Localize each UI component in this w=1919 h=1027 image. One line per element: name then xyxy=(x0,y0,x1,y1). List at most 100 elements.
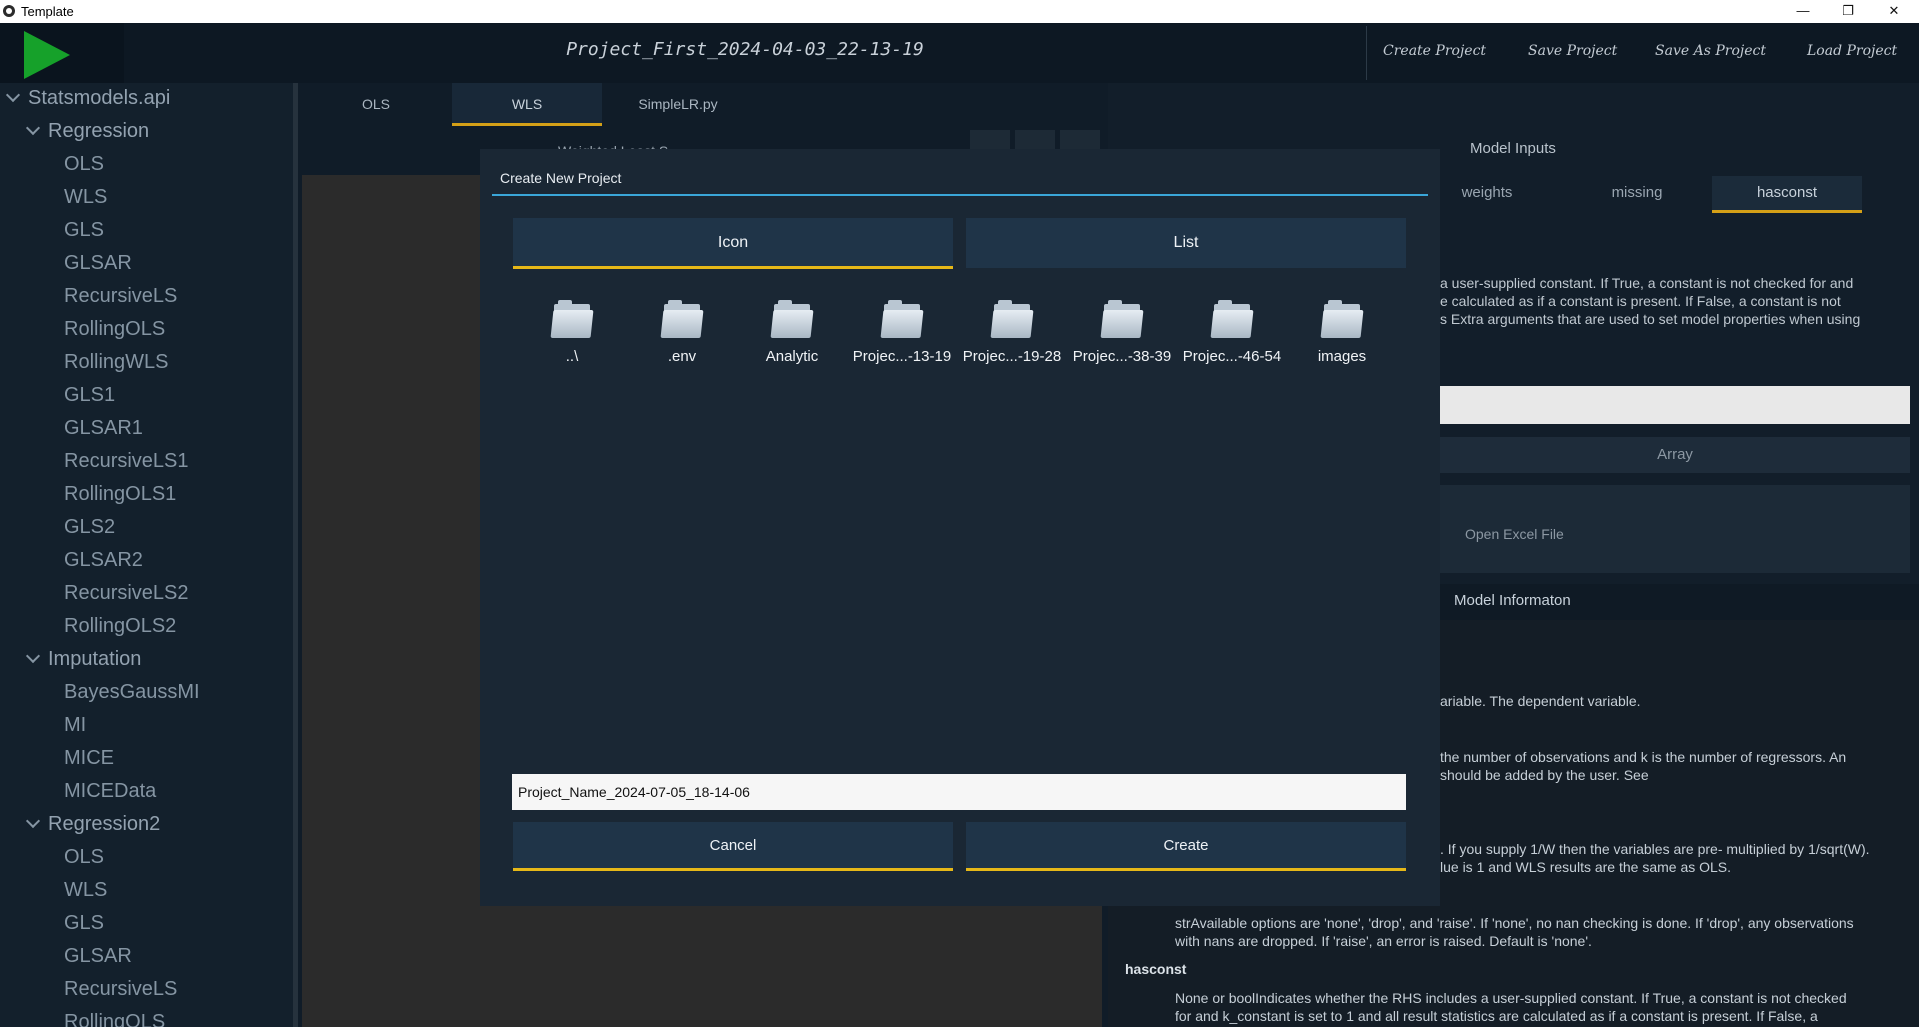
sidebar-item[interactable]: GLS2 xyxy=(64,516,115,539)
minimize-icon[interactable]: — xyxy=(1781,0,1825,23)
tab-hasconst[interactable]: hasconst xyxy=(1712,176,1862,213)
folder-name: ..\ xyxy=(565,348,579,365)
open-excel-button[interactable]: Open Excel File xyxy=(1465,526,1564,542)
sidebar-item[interactable]: RollingOLS xyxy=(64,1011,165,1027)
doc-heading: hasconst xyxy=(1125,961,1187,977)
sidebar-item[interactable]: RecursiveLS2 xyxy=(64,582,189,605)
model-info-label: Model Informaton xyxy=(1454,592,1571,609)
project-title: Project_First_2024-04-03_22-13-19 xyxy=(566,39,924,60)
doc-line: should be added by the user. See xyxy=(1440,767,1649,783)
folder-name: Projec...-19-28 xyxy=(962,348,1062,365)
sidebar-item[interactable]: GLS xyxy=(64,219,104,242)
sidebar-item[interactable]: WLS xyxy=(64,186,107,209)
model-inputs-label: Model Inputs xyxy=(1470,140,1556,157)
folder-item[interactable]: Projec...-38-39 xyxy=(1072,300,1172,365)
sidebar-item[interactable]: GLSAR xyxy=(64,252,132,275)
close-icon[interactable]: ✕ xyxy=(1872,0,1916,23)
sidebar-item[interactable]: MI xyxy=(64,714,86,737)
save-as-project-button[interactable]: Save As Project xyxy=(1655,43,1766,59)
list-view-button[interactable]: List xyxy=(966,218,1406,268)
sidebar-item[interactable]: RollingOLS xyxy=(64,318,165,341)
sidebar-item[interactable]: GLSAR2 xyxy=(64,549,143,572)
tree-group-label: Regression2 xyxy=(48,813,161,835)
description-line: a user-supplied constant. If True, a con… xyxy=(1440,275,1854,291)
folder-item[interactable]: ..\ xyxy=(522,300,622,365)
chevron-down-icon xyxy=(25,648,41,664)
maximize-icon[interactable]: ❐ xyxy=(1826,0,1870,23)
project-name-input[interactable] xyxy=(512,774,1406,810)
create-button[interactable]: Create xyxy=(966,822,1406,871)
icon-view-button[interactable]: Icon xyxy=(513,218,953,269)
folder-name: .env xyxy=(667,348,697,365)
input-description: a user-supplied constant. If True, a con… xyxy=(1440,274,1900,328)
folder-item[interactable]: .env xyxy=(632,300,732,365)
folder-item[interactable]: Projec...-46-54 xyxy=(1182,300,1282,365)
doc-line: strAvailable options are 'none', 'drop',… xyxy=(1175,915,1854,931)
tab-ols[interactable]: OLS xyxy=(302,83,450,123)
sidebar-item[interactable]: WLS xyxy=(64,879,107,902)
sidebar-item[interactable]: GLSAR xyxy=(64,945,132,968)
tree-group[interactable]: Regression xyxy=(25,120,149,143)
doc-line: the number of observations and k is the … xyxy=(1440,749,1847,765)
sidebar-item[interactable]: OLS xyxy=(64,846,104,869)
sidebar-item[interactable]: RollingOLS1 xyxy=(64,483,176,506)
sidebar: Statsmodels.api Regression OLS WLS GLS GLSAR R… xyxy=(0,83,296,1027)
play-icon xyxy=(24,31,70,79)
doc-line: ariable. The dependent variable. xyxy=(1440,693,1641,709)
sidebar-item[interactable]: RecursiveLS1 xyxy=(64,450,189,473)
array-button[interactable]: Array xyxy=(1440,437,1910,473)
sidebar-item[interactable]: OLS xyxy=(64,153,104,176)
doc-line: with nans are dropped. If 'raise', an er… xyxy=(1175,933,1592,949)
sidebar-item[interactable]: RecursiveLS xyxy=(64,978,177,1001)
doc-line: None or boolIndicates whether the RHS in… xyxy=(1175,990,1847,1006)
run-button[interactable] xyxy=(0,23,124,83)
folder-icon xyxy=(660,300,704,340)
folder-icon xyxy=(770,300,814,340)
tab-missing[interactable]: missing xyxy=(1562,176,1712,210)
folder-icon xyxy=(1320,300,1364,340)
folder-icon xyxy=(880,300,924,340)
folder-item[interactable]: Analytic xyxy=(742,300,842,365)
tree-group[interactable]: Imputation xyxy=(25,648,142,671)
create-project-button[interactable]: Create Project xyxy=(1383,43,1486,59)
doc-line: . If you supply 1/W then the variables a… xyxy=(1440,841,1870,857)
load-project-button[interactable]: Load Project xyxy=(1807,43,1897,59)
dialog-title: Create New Project xyxy=(500,170,622,186)
chevron-down-icon xyxy=(25,813,41,829)
tree-root[interactable]: Statsmodels.api xyxy=(5,87,171,110)
app-header: Project_First_2024-04-03_22-13-19 Create… xyxy=(0,23,1919,83)
tree-group-label: Imputation xyxy=(48,648,142,670)
folder-item[interactable]: Projec...-19-28 xyxy=(962,300,1062,365)
folder-icon xyxy=(1210,300,1254,340)
sidebar-item[interactable]: RecursiveLS xyxy=(64,285,177,308)
save-project-button[interactable]: Save Project xyxy=(1528,43,1617,59)
folder-item[interactable]: images xyxy=(1292,300,1392,365)
tab-simplelr[interactable]: SimpleLR.py xyxy=(604,83,752,123)
sidebar-item[interactable]: GLSAR1 xyxy=(64,417,143,440)
sidebar-item[interactable]: RollingWLS xyxy=(64,351,168,374)
cancel-button[interactable]: Cancel xyxy=(513,822,953,871)
sidebar-item[interactable]: GLS1 xyxy=(64,384,115,407)
app-icon xyxy=(3,5,15,17)
chevron-down-icon xyxy=(5,87,21,103)
header-divider xyxy=(1366,26,1367,80)
window-titlebar: Template — ❐ ✕ xyxy=(0,0,1919,23)
folder-item[interactable]: Projec...-13-19 xyxy=(852,300,952,365)
sidebar-item[interactable]: MICEData xyxy=(64,780,156,803)
sidebar-item[interactable]: MICE xyxy=(64,747,114,770)
description-line: e calculated as if a constant is present… xyxy=(1440,293,1841,309)
window-title: Template xyxy=(21,4,74,19)
folder-name: images xyxy=(1317,348,1367,365)
folder-name: Analytic xyxy=(765,348,819,365)
model-input-field[interactable] xyxy=(1440,386,1910,424)
folder-icon xyxy=(1100,300,1144,340)
folder-name: Projec...-46-54 xyxy=(1182,348,1282,365)
tree-group[interactable]: Regression2 xyxy=(25,813,161,836)
sidebar-item[interactable]: GLS xyxy=(64,912,104,935)
sidebar-item[interactable]: RollingOLS2 xyxy=(64,615,176,638)
tree-root-label: Statsmodels.api xyxy=(28,87,171,109)
sidebar-item[interactable]: BayesGaussMI xyxy=(64,681,200,704)
dialog-title-underline xyxy=(492,194,1428,196)
folder-name: Projec...-38-39 xyxy=(1072,348,1172,365)
tab-wls[interactable]: WLS xyxy=(452,83,602,126)
